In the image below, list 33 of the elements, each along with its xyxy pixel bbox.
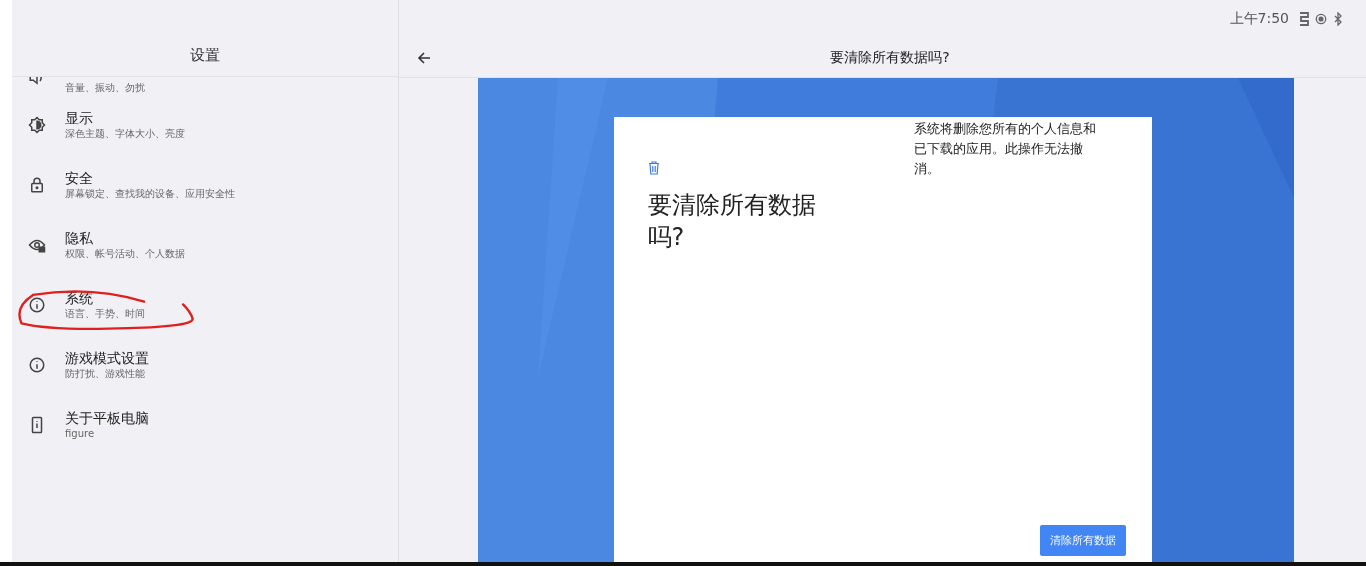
item-subtitle: 屏幕锁定、查找我的设备、应用安全性 <box>65 187 235 201</box>
settings-item[interactable]: 显示 深色主题、字体大小、亮度 <box>12 95 398 155</box>
settings-item[interactable]: 音量、振动、勿扰 <box>12 77 398 95</box>
item-subtitle: 防打扰、游戏性能 <box>65 367 146 381</box>
settings-item[interactable]: 关于平板电脑 figure <box>12 395 398 455</box>
item-title: 显示 <box>65 109 94 127</box>
status-time: 上午7:50 <box>1229 10 1289 28</box>
item-title: 安全 <box>65 169 94 187</box>
dialog-heading: 要清除所有数据吗? <box>647 190 817 253</box>
settings-item[interactable]: 隐私 权限、帐号活动、个人数据 <box>12 215 398 275</box>
item-subtitle: 深色主题、字体大小、亮度 <box>65 127 185 141</box>
item-subtitle: 语言、手势、时间 <box>65 307 145 321</box>
settings-item[interactable]: 游戏模式设置 防打扰、游戏性能 <box>12 335 398 395</box>
item-title: 关于平板电脑 <box>65 409 149 427</box>
lock-icon <box>28 176 46 194</box>
info-icon <box>28 296 46 314</box>
item-title: 隐私 <box>65 229 94 247</box>
erase-button[interactable]: 清除所有数据 <box>1039 525 1126 556</box>
bluetooth-icon <box>1332 12 1344 26</box>
item-subtitle: figure <box>65 427 96 441</box>
settings-title: 设置 <box>190 46 220 65</box>
page-title: 要清除所有数据吗? <box>829 48 951 67</box>
trash-icon <box>647 161 660 175</box>
dialog-description: 系统将删除您所有的个人信息和已下载的应用。此操作无法撤消。 <box>913 120 1097 178</box>
location-icon <box>1315 12 1327 26</box>
item-subtitle: 权限、帐号活动、个人数据 <box>65 247 185 261</box>
item-title: 系统 <box>65 289 94 307</box>
item-title: 游戏模式设置 <box>65 349 149 367</box>
settings-item[interactable]: 系统 语言、手势、时间 <box>12 275 398 335</box>
info-icon <box>28 356 46 374</box>
item-subtitle: 音量、振动、勿扰 <box>65 81 145 95</box>
settings-item[interactable]: 安全 屏幕锁定、查找我的设备、应用安全性 <box>12 155 398 215</box>
brightness-icon <box>28 116 46 134</box>
